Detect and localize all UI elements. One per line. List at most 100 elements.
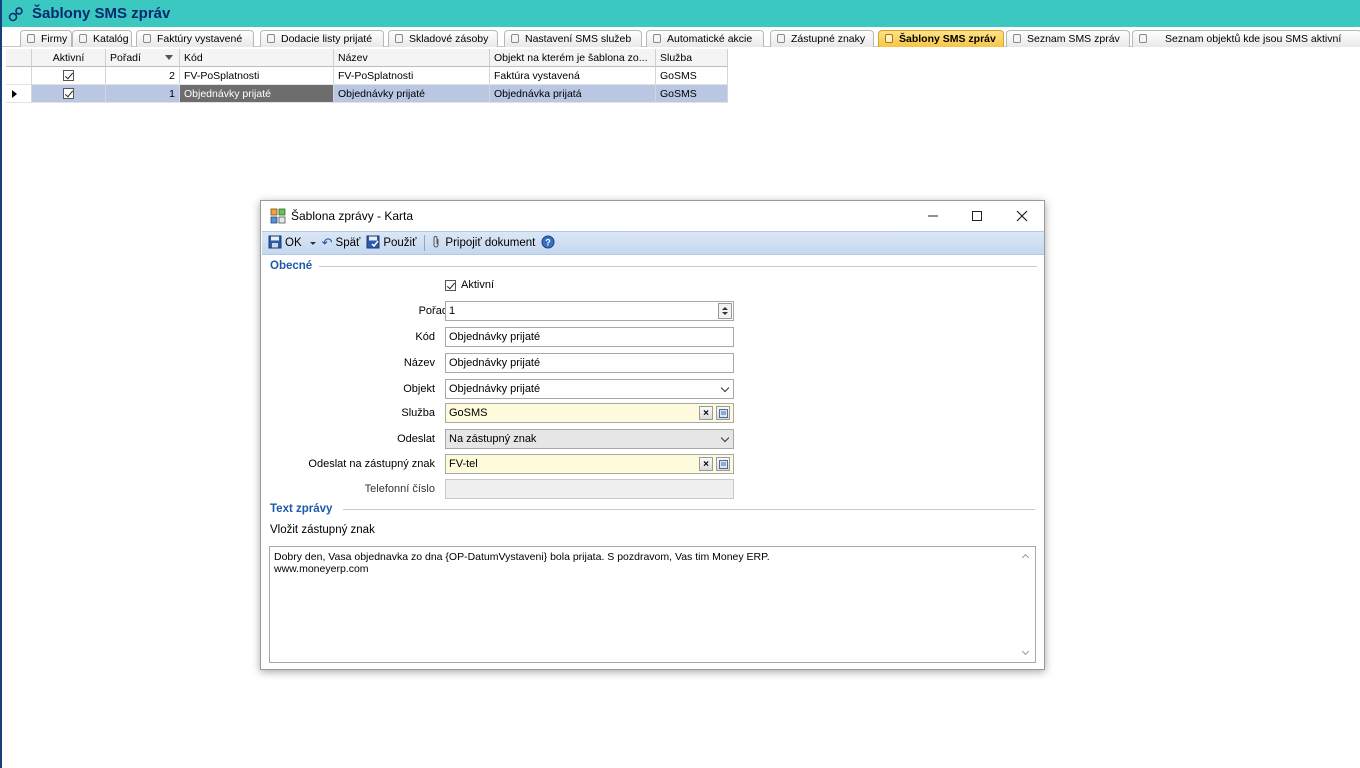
kod-label: Kód [415, 331, 435, 343]
column-header-aktivni[interactable]: Aktivní [32, 49, 106, 67]
back-label: Späť [335, 237, 361, 249]
telefon-field[interactable] [445, 479, 734, 499]
dialog-icon [270, 208, 286, 224]
spin-icon[interactable] [718, 303, 732, 319]
tab-faktury-vystavene[interactable]: Faktúry vystavené [136, 30, 254, 47]
tab-seznam-sms[interactable]: Seznam SMS zpráv [1006, 30, 1130, 47]
attach-document-button[interactable]: Pripojiť dokument [431, 235, 535, 252]
objekt-label: Objekt [403, 383, 435, 395]
section-divider [319, 266, 1037, 267]
save-icon [268, 235, 282, 252]
tab-firmy[interactable]: Firmy [20, 30, 72, 47]
insert-placeholder-link[interactable]: Vložit zástupný znak [270, 524, 375, 536]
help-button[interactable]: ? [541, 235, 555, 252]
poradi-field[interactable]: 1 [445, 301, 734, 321]
toolbar-separator [424, 235, 426, 251]
tab-icon [885, 34, 893, 43]
checkbox-checked-icon [445, 279, 456, 291]
nazev-value: Objednávky prijaté [449, 357, 541, 369]
column-header-kod[interactable]: Kód [180, 49, 334, 67]
chevron-down-icon [720, 383, 730, 393]
objekt-value: Objednávky prijaté [449, 383, 541, 395]
back-button[interactable]: ↶ Späť [322, 235, 361, 251]
grid-indicator-header [6, 49, 32, 67]
textarea-scrollbar[interactable] [1018, 547, 1035, 662]
clear-icon[interactable]: × [699, 457, 713, 471]
tab-icon [653, 34, 661, 43]
cell-aktivni[interactable] [32, 85, 106, 103]
tab-nastaveni-sms[interactable]: Nastavení SMS služeb [504, 30, 642, 47]
cell-kod: FV-PoSplatnosti [180, 67, 334, 85]
sluzba-lookup[interactable]: GoSMS × [445, 403, 734, 423]
sort-desc-icon [165, 55, 173, 60]
column-header-nazev[interactable]: Název [334, 49, 490, 67]
tab-label: Šablony SMS zpráv [899, 33, 996, 45]
tab-label: Faktúry vystavené [157, 33, 243, 45]
cell-nazev: Objednávky prijaté [334, 85, 490, 103]
tab-icon [395, 34, 403, 43]
cell-objekt: Objednávka prijatá [490, 85, 656, 103]
help-icon: ? [541, 235, 555, 252]
lookup-icon[interactable] [716, 406, 730, 420]
scroll-down-icon[interactable] [1021, 647, 1030, 656]
tab-label: Seznam objektů kde jsou SMS aktivní [1165, 33, 1342, 45]
tab-label: Seznam SMS zpráv [1027, 33, 1120, 45]
table-row-selected[interactable]: 1 Objednávky prijaté Objednávky prijaté … [6, 85, 728, 103]
odeslat-na-lookup[interactable]: FV-tel × [445, 454, 734, 474]
section-divider [343, 509, 1035, 510]
chevron-down-icon [720, 433, 730, 443]
tab-label: Dodacie listy prijaté [281, 33, 373, 45]
dialog-title: Šablona zprávy - Karta [291, 209, 414, 223]
odeslat-value: Na zástupný znak [449, 433, 537, 445]
nazev-field[interactable]: Objednávky prijaté [445, 353, 734, 373]
cell-aktivni[interactable] [32, 67, 106, 85]
apply-button[interactable]: Použiť [366, 235, 416, 252]
odeslat-na-value: FV-tel [449, 458, 478, 470]
chevron-down-icon[interactable] [309, 241, 316, 245]
minimize-icon[interactable] [911, 201, 955, 231]
tab-seznam-objektu[interactable]: Seznam objektů kde jsou SMS aktivní [1132, 30, 1360, 47]
cell-nazev: FV-PoSplatnosti [334, 67, 490, 85]
tab-skladove-zasoby[interactable]: Skladové zásoby [388, 30, 498, 47]
message-textarea[interactable]: Dobry den, Vasa objednavka zo dna {OP-Da… [269, 546, 1036, 663]
cell-kod-editing[interactable]: Objednávky prijaté [180, 85, 334, 103]
row-indicator-icon [12, 89, 17, 98]
tab-zastupne-znaky[interactable]: Zástupné znaky [770, 30, 874, 47]
tab-automaticke-akcie[interactable]: Automatické akcie [646, 30, 764, 47]
table-row[interactable]: 2 FV-PoSplatnosti FV-PoSplatnosti Faktúr… [6, 67, 728, 85]
app-title: Šablony SMS zpráv [32, 5, 171, 22]
checkbox-checked-icon [63, 88, 74, 99]
objekt-select[interactable]: Objednávky prijaté [445, 379, 734, 399]
tab-katalog[interactable]: Katalóg [72, 30, 132, 47]
scroll-up-icon[interactable] [1021, 553, 1030, 562]
column-header-sluzba[interactable]: Služba [656, 49, 728, 67]
sluzba-label: Služba [401, 407, 435, 419]
row-indicator-cell [6, 67, 32, 85]
column-header-objekt[interactable]: Objekt na kterém je šablona zo... [490, 49, 656, 67]
tab-dodacie-listy[interactable]: Dodacie listy prijaté [260, 30, 384, 47]
active-label: Aktivní [461, 279, 495, 291]
template-card-dialog: Šablona zprávy - Karta OK ↶ Späť Použiť … [260, 200, 1045, 670]
lookup-icon[interactable] [716, 457, 730, 471]
tab-sablony-sms[interactable]: Šablony SMS zpráv [878, 30, 1004, 47]
poradi-label: Pořadí [418, 305, 451, 317]
tab-icon [27, 34, 35, 43]
column-header-poradi[interactable]: Pořadí [106, 49, 180, 67]
undo-icon: ↶ [321, 235, 333, 250]
close-icon[interactable] [1000, 201, 1044, 231]
grid-header: Aktivní Pořadí Kód Název Objekt na které… [6, 49, 728, 67]
poradi-value: 1 [449, 305, 456, 317]
cell-objekt: Faktúra vystavená [490, 67, 656, 85]
active-checkbox[interactable]: Aktivní [445, 279, 494, 291]
tab-label: Firmy [41, 33, 68, 45]
tab-icon [1013, 34, 1021, 43]
tab-icon [79, 34, 87, 43]
odeslat-select[interactable]: Na zástupný znak [445, 429, 734, 449]
tab-icon [511, 34, 519, 43]
odeslat-label: Odeslat [397, 433, 435, 445]
maximize-icon[interactable] [955, 201, 999, 231]
clear-icon[interactable]: × [699, 406, 713, 420]
ok-button[interactable]: OK [268, 235, 316, 252]
tab-icon [267, 34, 275, 43]
kod-field[interactable]: Objednávky prijaté [445, 327, 734, 347]
